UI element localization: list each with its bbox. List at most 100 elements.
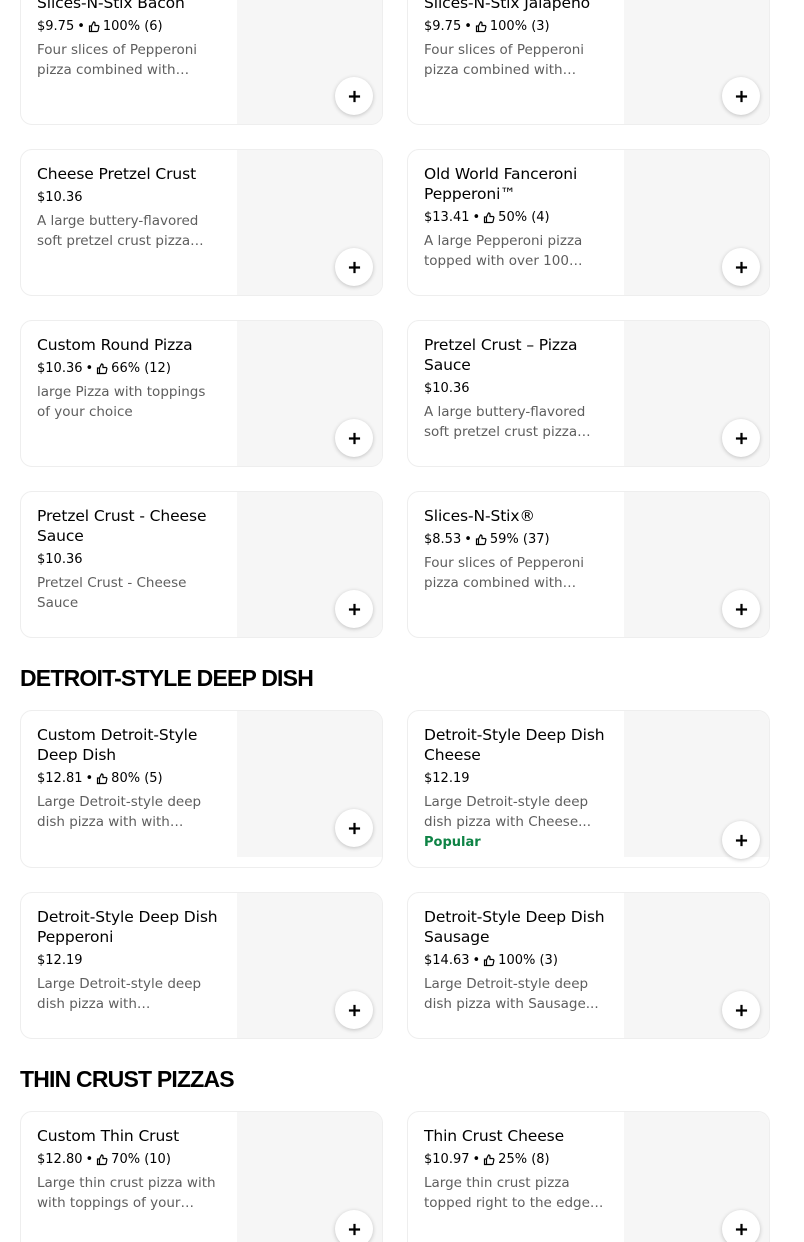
plus-icon bbox=[348, 1223, 360, 1235]
menu-item-meta: $12.80 • 70% (10) bbox=[37, 1152, 171, 1167]
menu-item-price: $12.81 bbox=[37, 771, 83, 786]
section-heading: DETROIT-STYLE DEEP DISH bbox=[20, 665, 314, 691]
menu-item-info: Custom Thin Crust $12.80 • 70% (10) Larg… bbox=[37, 1126, 221, 1213]
menu-item-card[interactable]: Slices-N-Stix Jalapeno $9.75 • 100% (3) … bbox=[407, 0, 770, 125]
menu-item-title: Detroit-Style Deep Dish Cheese bbox=[424, 726, 605, 764]
menu-item-title: Cheese Pretzel Crust bbox=[37, 165, 197, 183]
menu-item-price: $8.53 bbox=[424, 532, 462, 547]
menu-item-info: Slices-N-Stix Jalapeno $9.75 • 100% (3) … bbox=[424, 0, 608, 80]
menu-item-description: Large Detroit-style deep dish pizza with… bbox=[37, 976, 202, 1012]
menu-item-rating: 80% (5) bbox=[111, 771, 163, 786]
menu-item-info: Detroit-Style Deep Dish Sausage $14.63 •… bbox=[424, 907, 608, 1014]
plus-icon bbox=[348, 603, 360, 615]
menu-item-price: $14.63 bbox=[424, 953, 470, 968]
thumbs-up-icon bbox=[483, 212, 495, 224]
add-item-button[interactable] bbox=[722, 1210, 760, 1242]
plus-icon bbox=[735, 1004, 747, 1016]
menu-item-rating: 100% (6) bbox=[102, 19, 163, 34]
menu-item-description: large Pizza with toppings of your choice bbox=[37, 384, 206, 420]
menu-item-description: Large thin crust pizza with with topping… bbox=[37, 1175, 216, 1211]
menu-item-price: $12.19 bbox=[37, 953, 83, 968]
menu-item-description: Four slices of Pepperoni pizza combined … bbox=[424, 555, 585, 591]
menu-item-description: Four slices of Pepperoni pizza combined … bbox=[37, 42, 198, 78]
add-item-button[interactable] bbox=[335, 590, 373, 628]
add-item-button[interactable] bbox=[335, 419, 373, 457]
menu-item-rating: 50% (4) bbox=[498, 210, 550, 225]
menu-item-meta: $9.75 • 100% (3) bbox=[424, 19, 550, 34]
menu-item-title: Pretzel Crust - Cheese Sauce bbox=[37, 507, 207, 545]
menu-item-card[interactable]: Slices-N-Stix® $8.53 • 59% (37) Four sli… bbox=[407, 491, 770, 638]
menu-item-info: Thin Crust Cheese $10.97 • 25% (8) Large… bbox=[424, 1126, 608, 1213]
menu-item-description: Large Detroit-style deep dish pizza with… bbox=[37, 794, 202, 830]
add-item-button[interactable] bbox=[722, 248, 760, 286]
menu-item-title: Old World Fanceroni Pepperoni™ bbox=[424, 165, 578, 203]
menu-item-rating: 66% (12) bbox=[111, 361, 171, 376]
add-item-button[interactable] bbox=[335, 248, 373, 286]
menu-item-card[interactable]: Cheese Pretzel Crust $10.36 A large butt… bbox=[20, 149, 383, 296]
menu-item-rating: 25% (8) bbox=[498, 1152, 550, 1167]
menu-item-card[interactable]: Slices-N-Stix Bacon $9.75 • 100% (6) Fou… bbox=[20, 0, 383, 125]
add-item-button[interactable] bbox=[722, 991, 760, 1029]
add-item-button[interactable] bbox=[722, 821, 760, 859]
menu-item-price: $9.75 bbox=[424, 19, 462, 34]
menu-item-card[interactable]: Custom Round Pizza $10.36 • 66% (12) lar… bbox=[20, 320, 383, 467]
plus-icon bbox=[735, 432, 747, 444]
menu-item-card[interactable]: Detroit-Style Deep Dish Cheese $12.19 La… bbox=[407, 710, 770, 868]
menu-item-rating: 100% (3) bbox=[489, 19, 550, 34]
add-item-button[interactable] bbox=[722, 590, 760, 628]
plus-icon bbox=[735, 261, 747, 273]
thumbs-up-icon bbox=[483, 955, 495, 967]
plus-icon bbox=[735, 603, 747, 615]
menu-item-info: Cheese Pretzel Crust $10.36 A large butt… bbox=[37, 164, 221, 251]
add-item-button[interactable] bbox=[335, 1210, 373, 1242]
menu-item-info: Old World Fanceroni Pepperoni™ $13.41 • … bbox=[424, 164, 608, 271]
menu-item-title: Pretzel Crust – Pizza Sauce bbox=[424, 336, 578, 374]
plus-icon bbox=[348, 261, 360, 273]
menu-item-meta: $13.41 • 50% (4) bbox=[424, 210, 550, 225]
plus-icon bbox=[735, 1223, 747, 1235]
menu-item-info: Custom Round Pizza $10.36 • 66% (12) lar… bbox=[37, 335, 221, 422]
add-item-button[interactable] bbox=[335, 991, 373, 1029]
menu-item-info: Slices-N-Stix Bacon $9.75 • 100% (6) Fou… bbox=[37, 0, 221, 80]
menu-item-card[interactable]: Detroit-Style Deep Dish Sausage $14.63 •… bbox=[407, 892, 770, 1039]
menu-item-title: Detroit-Style Deep Dish Sausage bbox=[424, 908, 605, 946]
popular-badge: Popular bbox=[424, 835, 481, 850]
plus-icon bbox=[348, 90, 360, 102]
menu-item-description: A large buttery-flavored soft pretzel cr… bbox=[37, 213, 199, 249]
menu-item-card[interactable]: Thin Crust Cheese $10.97 • 25% (8) Large… bbox=[407, 1111, 770, 1242]
menu-item-price: $10.97 bbox=[424, 1152, 470, 1167]
menu-item-meta: $10.36 • 66% (12) bbox=[37, 361, 171, 376]
menu-item-description: A large buttery-flavored soft pretzel cr… bbox=[424, 404, 586, 440]
menu-item-card[interactable]: Old World Fanceroni Pepperoni™ $13.41 • … bbox=[407, 149, 770, 296]
plus-icon bbox=[348, 822, 360, 834]
plus-icon bbox=[348, 1004, 360, 1016]
add-item-button[interactable] bbox=[722, 419, 760, 457]
menu-item-card[interactable]: Custom Thin Crust $12.80 • 70% (10) Larg… bbox=[20, 1111, 383, 1242]
menu-item-card[interactable]: Pretzel Crust – Pizza Sauce $10.36 A lar… bbox=[407, 320, 770, 467]
menu-item-price: $10.36 bbox=[424, 381, 470, 396]
menu-item-price: $12.19 bbox=[424, 771, 470, 786]
menu-item-description: A large Pepperoni pizza topped with over… bbox=[424, 233, 583, 269]
menu-item-meta: $9.75 • 100% (6) bbox=[37, 19, 163, 34]
add-item-button[interactable] bbox=[722, 77, 760, 115]
menu-item-meta: $10.36 bbox=[37, 189, 221, 207]
menu-item-info: Pretzel Crust – Pizza Sauce $10.36 A lar… bbox=[424, 335, 608, 442]
plus-icon bbox=[735, 90, 747, 102]
menu-item-card[interactable]: Custom Detroit-Style Deep Dish $12.81 • … bbox=[20, 710, 383, 868]
thumbs-up-icon bbox=[483, 1154, 495, 1166]
menu-item-description: Four slices of Pepperoni pizza combined … bbox=[424, 42, 585, 78]
add-item-button[interactable] bbox=[335, 809, 373, 847]
menu-item-info: Detroit-Style Deep Dish Pepperoni $12.19… bbox=[37, 907, 221, 1014]
menu-item-title: Custom Round Pizza bbox=[37, 336, 193, 354]
menu-item-card[interactable]: Detroit-Style Deep Dish Pepperoni $12.19… bbox=[20, 892, 383, 1039]
menu-item-rating: 59% (37) bbox=[489, 532, 550, 547]
menu-item-description: Large thin crust pizza topped right to t… bbox=[424, 1175, 590, 1211]
menu-item-card[interactable]: Pretzel Crust - Cheese Sauce $10.36 Pret… bbox=[20, 491, 383, 638]
menu-item-info: Slices-N-Stix® $8.53 • 59% (37) Four sli… bbox=[424, 506, 608, 593]
menu-item-price: $10.36 bbox=[37, 190, 83, 205]
add-item-button[interactable] bbox=[335, 77, 373, 115]
menu-item-meta: $12.19 bbox=[424, 770, 608, 788]
menu-item-title: Thin Crust Cheese bbox=[424, 1127, 565, 1145]
menu-item-info: Pretzel Crust - Cheese Sauce $10.36 Pret… bbox=[37, 506, 221, 613]
thumbs-up-icon bbox=[96, 773, 108, 785]
